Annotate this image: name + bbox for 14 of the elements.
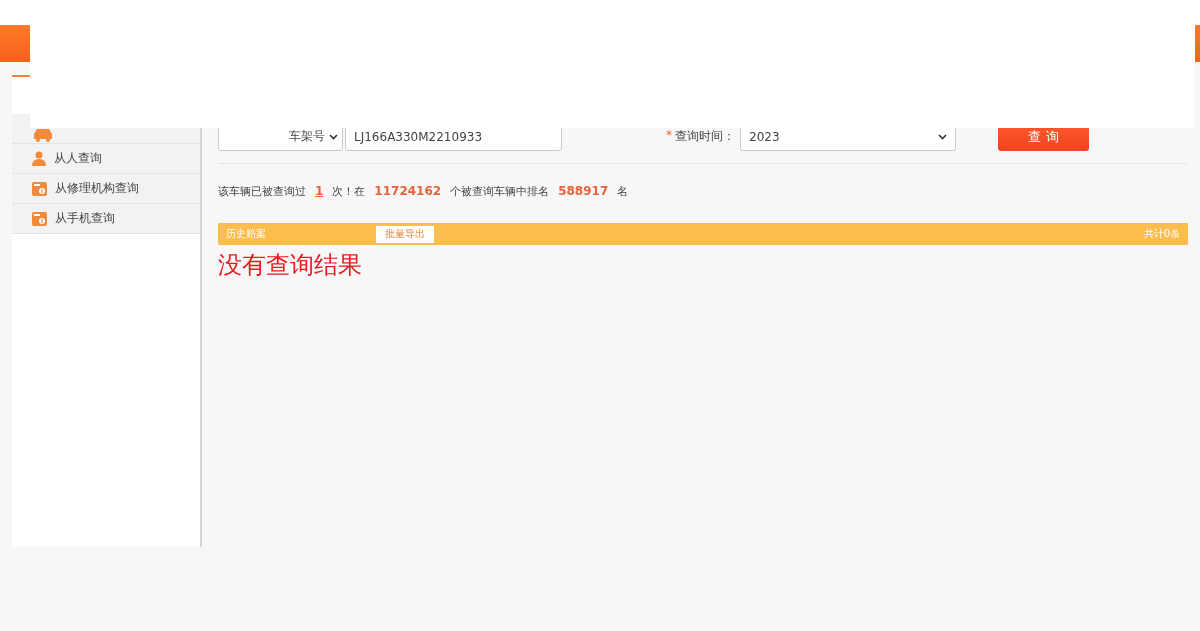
results-title: 历史赔案 xyxy=(226,227,266,241)
sidebar-item[interactable]: 从手机查询 xyxy=(12,204,200,234)
chevron-icon xyxy=(938,133,947,140)
car-icon xyxy=(32,128,54,142)
id-card-icon xyxy=(32,211,47,226)
sidebar-item[interactable]: 从人查询 xyxy=(12,144,200,174)
empty-message: 没有查询结果 xyxy=(218,250,363,281)
required-mark: * xyxy=(666,128,672,144)
time-label: 查询时间： xyxy=(675,128,735,145)
chevron-icon xyxy=(329,133,338,140)
person-icon xyxy=(32,151,46,166)
sidebar-item[interactable]: 从修理机构查询 xyxy=(12,174,200,204)
id-card-icon xyxy=(32,181,47,196)
total-count: 共计0条 xyxy=(1143,227,1180,241)
